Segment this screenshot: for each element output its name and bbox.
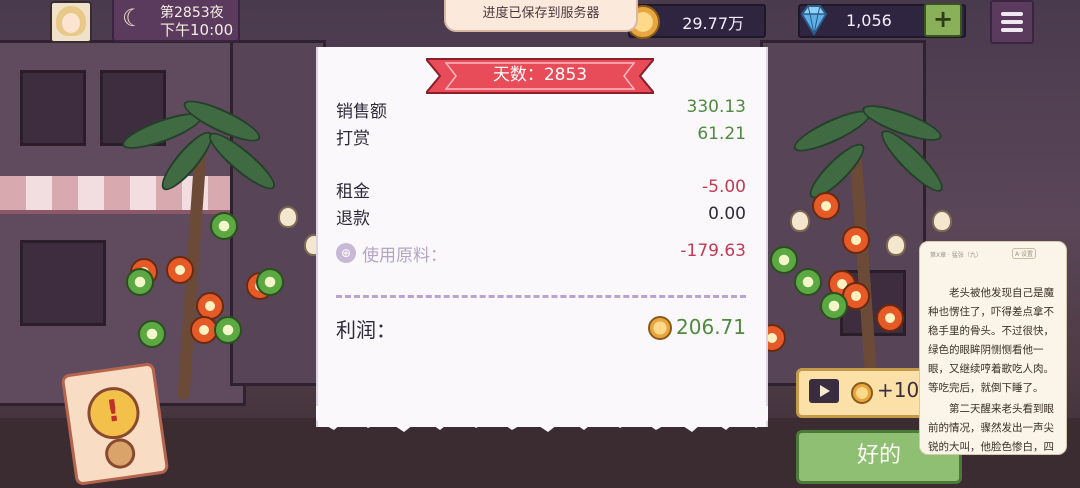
row-label: 退款: [336, 209, 370, 229]
play-video-icon: [809, 379, 839, 403]
row-value: 0.00: [708, 204, 746, 224]
receipt-row-refund: 退款 0.00: [336, 204, 746, 230]
gem-amount: 1,056: [846, 11, 892, 30]
profit-label: 利润：: [336, 318, 396, 342]
reader-paragraph: 第二天醒来老头看到眼前的情况，骤然发出一声尖锐的大叫，他脸色惨白，四肢颤: [928, 403, 1054, 453]
moon-icon: ☾: [122, 4, 144, 32]
menu-button[interactable]: [990, 0, 1034, 44]
jalapeno-slice: [126, 268, 154, 296]
receipt-row-rent: 租金 -5.00: [336, 177, 746, 203]
pepper-slice: [876, 304, 904, 332]
row-value: 330.13: [686, 97, 746, 117]
pepper-slice: [842, 226, 870, 254]
jalapeno-slice: [820, 292, 848, 320]
novel-reader-overlay[interactable]: 第X章 · 猛张（九） A·设置 老头被他发现自己是魔种也愣住了，吓得差点拿不稳…: [920, 242, 1066, 454]
left-window: [20, 240, 106, 326]
add-gems-button[interactable]: +: [924, 3, 962, 37]
day-banner: 天数：2853: [492, 65, 588, 85]
jalapeno-slice: [794, 268, 822, 296]
menu-icon-bar: [1001, 28, 1023, 32]
row-value: 61.21: [697, 124, 746, 144]
receipt-divider: [336, 295, 746, 298]
row-label: 打赏: [336, 129, 370, 149]
left-window: [20, 70, 86, 146]
avatar-face: [62, 13, 80, 33]
watch-ad-bonus-button[interactable]: +10: [796, 368, 932, 418]
garlic-clove: [278, 206, 298, 228]
reader-settings-chip[interactable]: A·设置: [1011, 248, 1036, 259]
coin-icon: [648, 316, 672, 340]
menu-icon-bar: [1001, 20, 1023, 24]
row-value: -5.00: [702, 177, 746, 197]
row-value: -179.63: [680, 241, 746, 261]
reader-paragraph: 老头被他发现自己是魔种也愣住了，吓得差点拿不稳手里的骨头。不过很快，绿色的眼眸阴…: [928, 287, 1054, 394]
jalapeno-slice: [214, 316, 242, 344]
garlic-clove: [790, 210, 810, 232]
clock-time: 下午10:00: [160, 21, 234, 39]
diamond-icon: [800, 5, 828, 36]
garlic-clove: [932, 210, 952, 232]
coin-balance: 29.77万: [626, 4, 766, 39]
coin-amount: 29.77万: [682, 14, 744, 33]
player-avatar[interactable]: [50, 1, 92, 43]
row-label: 租金: [336, 182, 370, 202]
jalapeno-slice: [770, 246, 798, 274]
pepper-slice: [166, 256, 194, 284]
jalapeno-slice: [138, 320, 166, 348]
row-label: 使用原料：: [362, 246, 447, 266]
receipt-row-sales: 销售额 330.13: [336, 97, 746, 123]
profit-value: 206.71: [676, 315, 746, 339]
pepper-slice: [812, 192, 840, 220]
night-clock: ☾ 第2853夜 下午10:00: [112, 0, 240, 42]
menu-icon: [1001, 12, 1023, 16]
receipt-row-tips: 打赏 61.21: [336, 124, 746, 150]
ad-bonus-amount: +10: [877, 378, 920, 402]
garlic-clove: [886, 234, 906, 256]
ingredient-icon: ⊕: [336, 243, 356, 263]
receipt-torn-edge: [316, 406, 768, 432]
jalapeno-slice: [210, 212, 238, 240]
coin-icon: [851, 382, 873, 404]
alert-badge: [103, 436, 138, 471]
save-toast: 进度已保存到服务器: [444, 0, 638, 32]
receipt-row-ingredients: ⊕ 使用原料： -179.63: [336, 241, 746, 267]
chapter-header: 第X章 · 猛张（九）: [930, 252, 982, 259]
exclamation-icon: !: [84, 383, 143, 443]
jalapeno-slice: [256, 268, 284, 296]
alert-card[interactable]: !: [60, 362, 170, 486]
row-label: 销售额: [336, 102, 387, 122]
